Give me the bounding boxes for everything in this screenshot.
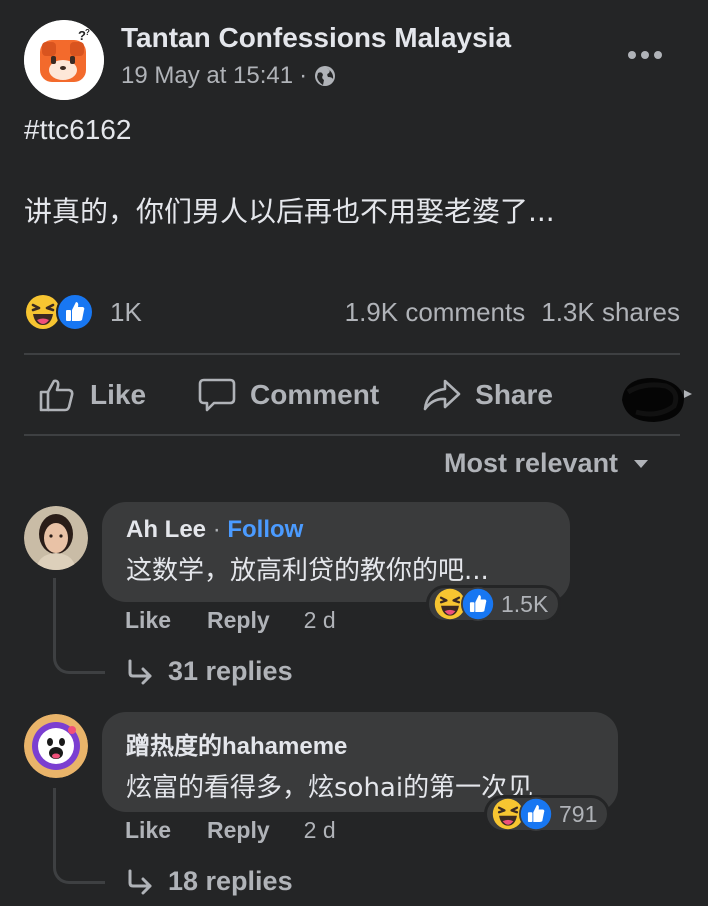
post-stats: 1.9K comments 1.3K shares: [345, 297, 680, 328]
like-icon: [519, 797, 553, 831]
comment-like-button[interactable]: Like: [125, 817, 171, 844]
replies-label: 18 replies: [168, 866, 293, 896]
chevron-down-icon: [634, 459, 649, 468]
post-text: 讲真的，你们男人以后再也不用娶老婆了...: [24, 195, 555, 228]
comment-header: Ah Lee · Follow: [126, 516, 546, 544]
tantan-logo-icon: ? ?: [24, 20, 104, 100]
post-action-bar: Like Comment Share: [24, 362, 680, 428]
post-meta: 19 May at 15:41 ·: [121, 62, 337, 90]
comment-reply-button[interactable]: Reply: [207, 607, 270, 634]
comment-reactions[interactable]: 1.5K: [426, 585, 562, 623]
comment-actions: Like Reply 2 d: [125, 817, 336, 844]
globe-icon: [315, 66, 336, 86]
redacted-scribble-icon: [622, 378, 692, 422]
user-avatar-icon: [24, 506, 88, 570]
comments-count[interactable]: 1.9K comments: [345, 297, 526, 328]
comment-reply-button[interactable]: Reply: [207, 817, 270, 844]
view-replies-button[interactable]: 31 replies: [126, 656, 293, 687]
replies-label: 31 replies: [168, 656, 293, 686]
reaction-summary[interactable]: 1K 1.9K comments 1.3K shares: [24, 290, 680, 334]
share-label: Share: [475, 379, 553, 410]
comment-reaction-count: 791: [559, 800, 598, 827]
post-hashtag[interactable]: #ttc6162: [24, 114, 131, 146]
comment-bubble-icon: [198, 378, 236, 412]
reply-arrow-icon: [128, 869, 152, 894]
comment-label: Comment: [250, 379, 380, 410]
thread-line: [53, 578, 105, 674]
divider: [24, 434, 680, 436]
page-avatar[interactable]: ? ?: [24, 20, 104, 100]
like-icon: [461, 587, 495, 621]
share-button[interactable]: Share: [423, 378, 553, 412]
comment-reactions[interactable]: 791: [484, 795, 611, 833]
comment-sort-dropdown[interactable]: Most relevant: [444, 448, 650, 479]
meta-separator: ·: [299, 62, 308, 89]
share-arrow-icon: [423, 379, 461, 411]
commenter-avatar[interactable]: [24, 714, 88, 778]
name-separator: ·: [212, 516, 221, 543]
like-label: Like: [90, 379, 147, 410]
commenter-avatar[interactable]: [24, 506, 88, 570]
more-dots-icon: [628, 51, 662, 59]
commenter-name[interactable]: Ah Lee: [126, 516, 206, 543]
reaction-icons: [24, 293, 94, 331]
comment-header: 蹭热度的hahameme: [126, 726, 594, 761]
reply-arrow-icon: [128, 659, 152, 684]
commenter-name[interactable]: 蹭热度的hahameme: [126, 733, 347, 760]
svg-text:?: ?: [85, 28, 90, 37]
like-button[interactable]: Like: [38, 377, 146, 413]
comment-reaction-count: 1.5K: [501, 590, 549, 617]
thumbs-up-icon: [39, 379, 74, 412]
comment-button[interactable]: Comment: [198, 377, 379, 413]
follow-button[interactable]: Follow: [227, 516, 303, 543]
user-avatar-icon: [24, 714, 88, 778]
shares-count[interactable]: 1.3K shares: [541, 297, 680, 328]
more-options-button[interactable]: [622, 40, 668, 70]
comment-text: 这数学，放高利贷的教你的吧...: [126, 556, 489, 586]
thread-line: [53, 788, 105, 884]
sort-label: Most relevant: [444, 448, 619, 478]
reaction-count: 1K: [110, 296, 142, 327]
comment-actions: Like Reply 2 d: [125, 607, 336, 634]
comment-time[interactable]: 2 d: [304, 607, 336, 634]
like-icon: [56, 293, 94, 331]
view-replies-button[interactable]: 18 replies: [126, 866, 293, 897]
comment-time[interactable]: 2 d: [304, 817, 336, 844]
post-timestamp[interactable]: 19 May at 15:41: [121, 62, 293, 90]
comment-like-button[interactable]: Like: [125, 607, 171, 634]
page-name[interactable]: Tantan Confessions Malaysia: [121, 22, 511, 54]
divider: [24, 353, 680, 355]
